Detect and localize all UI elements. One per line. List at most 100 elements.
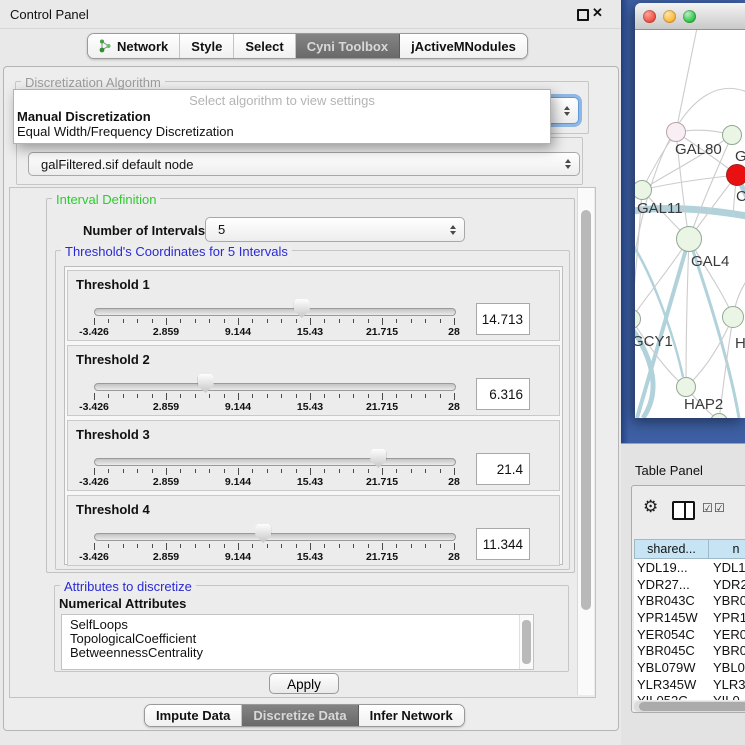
table-row[interactable]: YBR043CYBR0 [634,592,745,609]
column-header-1[interactable]: shared... [634,539,709,559]
tab-impute-data[interactable]: Impute Data [145,705,242,726]
tab-jactivemnodules[interactable]: jActiveMNodules [400,34,527,58]
tab-infer-network[interactable]: Infer Network [359,705,464,726]
threshold-value-field[interactable]: 14.713 [476,303,530,335]
axis-tick-label: -3.426 [79,476,109,488]
axis-tick-label: -3.426 [79,551,109,563]
tab-select[interactable]: Select [234,34,295,58]
threshold-slider-track[interactable] [94,383,456,391]
float-window-icon[interactable] [577,9,589,21]
tab-network[interactable]: Network [88,34,180,58]
apply-button[interactable]: Apply [269,673,339,694]
number-of-intervals-spinner[interactable]: 5 [205,217,465,242]
table-header-row: shared...n [634,539,745,559]
settings-scrollbar[interactable] [577,188,594,695]
table-horizontal-scrollbar[interactable] [634,701,745,712]
table-cell: YDR27... [634,577,709,592]
table-row[interactable]: YER054CYER0 [634,626,745,643]
close-icon[interactable]: ✕ [592,5,603,21]
table-row[interactable]: YIL052CYIL0 [634,693,745,701]
attributes-group: Attributes to discretize Numerical Attri… [54,585,569,672]
attribute-list-item-betweennesscentrality[interactable]: BetweennessCentrality [62,646,533,660]
tab-discretize-data[interactable]: Discretize Data [242,705,358,726]
slider-ticks [94,393,454,401]
network-canvas[interactable]: GAL80GACGAL11GAL4GCY1HHAP2 [635,30,745,418]
network-node-ga[interactable] [722,125,742,145]
column-header-2[interactable]: n [709,539,745,559]
table-panel-title: Table Panel [635,463,703,478]
table-row[interactable]: YBR045CYBR0 [634,642,745,659]
control-panel: Control Panel ✕ Network Style Select Cyni T… [0,0,621,745]
threshold-value-field[interactable]: 21.4 [476,453,530,485]
tab-label: Cyni Toolbox [307,39,388,54]
dropdown-placeholder-item[interactable]: Select algorithm to view settings [14,92,550,109]
threshold-value-field[interactable]: 11.344 [476,528,530,560]
network-node-h[interactable] [722,306,744,328]
minimize-icon[interactable] [663,10,676,23]
threshold-value-field[interactable]: 6.316 [476,378,530,410]
scrollbar-thumb[interactable] [522,620,531,664]
axis-tick-label: 2.859 [153,401,179,413]
scrollbar-thumb[interactable] [581,210,591,610]
tab-cyni-toolbox[interactable]: Cyni Toolbox [296,34,400,58]
dropdown-item-manual-discretization[interactable]: Manual Discretization [14,109,550,124]
network-edges [635,30,745,418]
attribute-list-item-selfloops[interactable]: SelfLoops [62,618,533,632]
axis-tick-label: -3.426 [79,326,109,338]
tab-label: Impute Data [156,708,230,723]
slider-ticks [94,318,454,326]
table-cell: YPR1 [709,610,745,625]
threshold-slider-track[interactable] [94,458,456,466]
list-scrollbar[interactable] [519,615,533,669]
axis-tick-label: 15.43 [297,401,323,413]
table-cell: YBL0 [709,660,745,675]
algorithm-dropdown-popup: Select algorithm to view settings Manual… [13,89,551,144]
table-row[interactable]: YDL19...YDL1 [634,559,745,576]
axis-tick-label: 21.715 [366,401,398,413]
zoom-icon[interactable] [683,10,696,23]
threshold-slider-track[interactable] [94,308,456,316]
numerical-attributes-list[interactable]: SelfLoopsTopologicalCoefficientBetweenne… [61,614,534,670]
numerical-attributes-label: Numerical Attributes [59,596,186,611]
table-row[interactable]: YLR345WYLR3 [634,676,745,693]
tab-style[interactable]: Style [180,34,234,58]
checkbox-icon[interactable]: ☑ [702,502,713,514]
stepper-arrows-icon [565,159,571,169]
network-view-window: GAL80GACGAL11GAL4GCY1HHAP2 [635,3,745,418]
close-icon[interactable] [643,10,656,23]
split-view-icon[interactable] [672,501,695,520]
axis-tick-label: 15.43 [297,326,323,338]
table-cell: YIL052C [634,693,709,700]
threshold-slider-track[interactable] [94,533,456,541]
axis-tick-label: 28 [448,401,460,413]
table-cell: YBL079W [634,660,709,675]
axis-tick-label: -3.426 [79,401,109,413]
axis-tick-label: 21.715 [366,326,398,338]
threshold-label: Threshold 3 [76,427,150,442]
panel-title: Control Panel [10,7,89,22]
table-row[interactable]: YDR27...YDR2 [634,576,745,593]
axis-tick-label: 9.144 [225,476,251,488]
table-body: YDL19...YDL1YDR27...YDR2YBR043CYBR0YPR14… [634,559,745,700]
network-icon [99,39,112,53]
slider-ticks [94,468,454,476]
scrollbar-thumb[interactable] [639,702,745,711]
network-node-c[interactable] [726,164,745,186]
axis-tick-label: 28 [448,326,460,338]
node-label: C [736,188,745,205]
network-node-gal4[interactable] [676,226,702,252]
table-cell: YER0 [709,627,745,642]
attribute-list-item-topologicalcoefficient[interactable]: TopologicalCoefficient [62,632,533,646]
cyni-toolbox-panel: Discretization Algorithm Select algorith… [3,66,619,731]
table-row[interactable]: YPR145WYPR1 [634,609,745,626]
network-node-hap2[interactable] [676,377,696,397]
tab-label: Style [191,39,222,54]
gear-icon[interactable]: ⚙ [643,498,658,515]
axis-tick-label: 9.144 [225,551,251,563]
network-node-gal80[interactable] [666,122,686,142]
table-row[interactable]: YBL079WYBL0 [634,659,745,676]
dropdown-item-equal-width-frequency[interactable]: Equal Width/Frequency Discretization [14,124,550,139]
table-data-combobox[interactable]: galFiltered.sif default node [28,152,580,176]
table-cell: YER054C [634,627,709,642]
checkbox-icon[interactable]: ☑ [714,502,725,514]
